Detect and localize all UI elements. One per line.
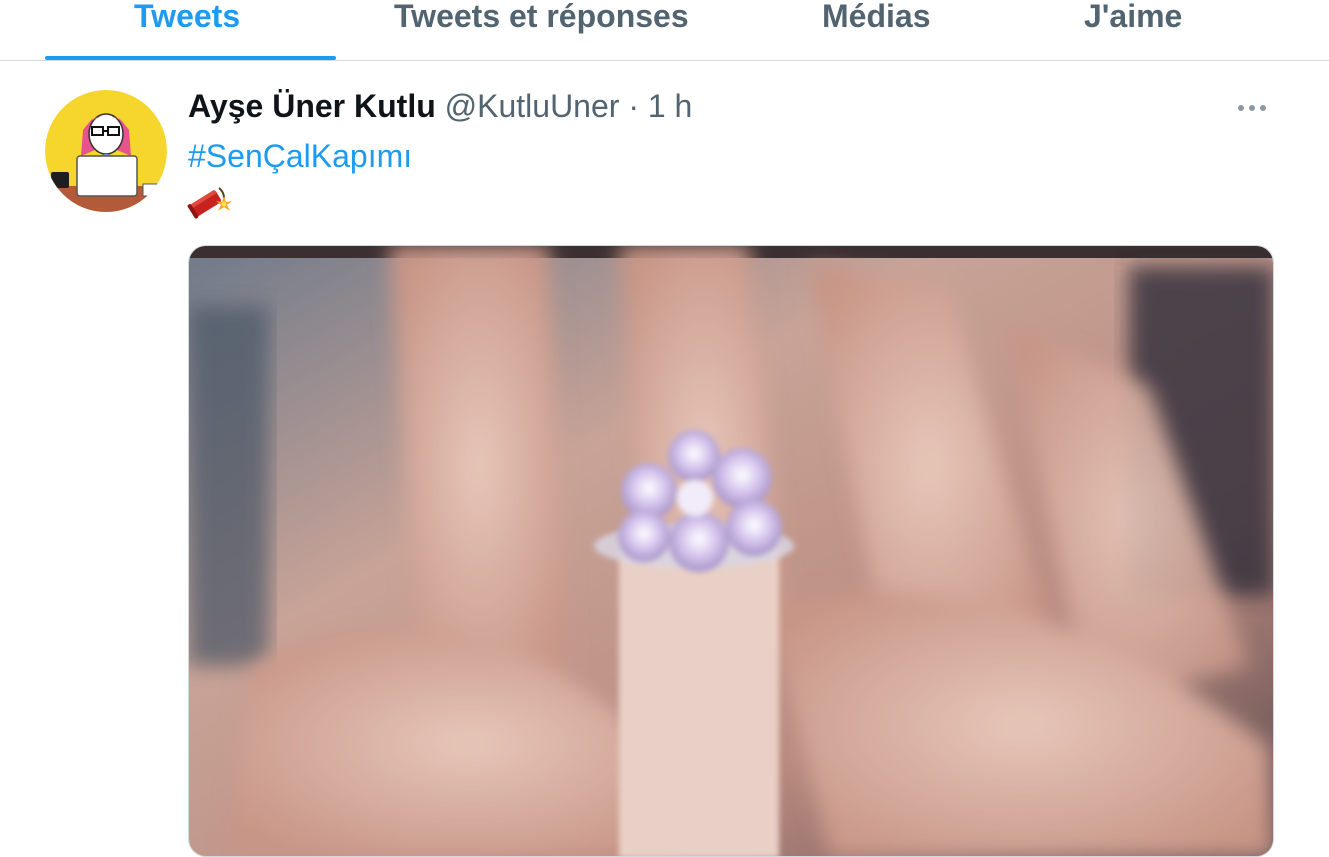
display-name[interactable]: Ayşe Üner Kutlu xyxy=(188,88,436,124)
active-tab-indicator xyxy=(45,56,336,60)
tweet-timestamp[interactable]: 1 h xyxy=(648,88,692,124)
tab-media[interactable]: Médias xyxy=(822,0,930,52)
hashtag-link[interactable]: #SenÇalKapımı xyxy=(188,136,412,176)
tweet-media-image[interactable] xyxy=(188,245,1274,857)
firecracker-emoji-icon xyxy=(186,178,234,222)
tab-tweets-and-replies[interactable]: Tweets et réponses xyxy=(394,0,689,52)
ring-photo-icon xyxy=(189,246,1273,856)
tab-likes[interactable]: J'aime xyxy=(1084,0,1182,52)
tab-tweets[interactable]: Tweets xyxy=(134,0,240,52)
tweet-header: Ayşe Üner Kutlu @KutluUner · 1 h xyxy=(188,86,692,126)
cartoon-girl-laptop-avatar-icon xyxy=(45,90,167,212)
tweet[interactable]: Ayşe Üner Kutlu @KutluUner · 1 h #SenÇal… xyxy=(0,62,1329,857)
profile-tabs: Tweets Tweets et réponses Médias J'aime xyxy=(0,0,1329,61)
avatar[interactable] xyxy=(45,90,167,212)
user-handle[interactable]: @KutluUner xyxy=(445,88,620,124)
separator-dot: · xyxy=(628,88,639,124)
more-horizontal-icon[interactable] xyxy=(1238,100,1278,116)
